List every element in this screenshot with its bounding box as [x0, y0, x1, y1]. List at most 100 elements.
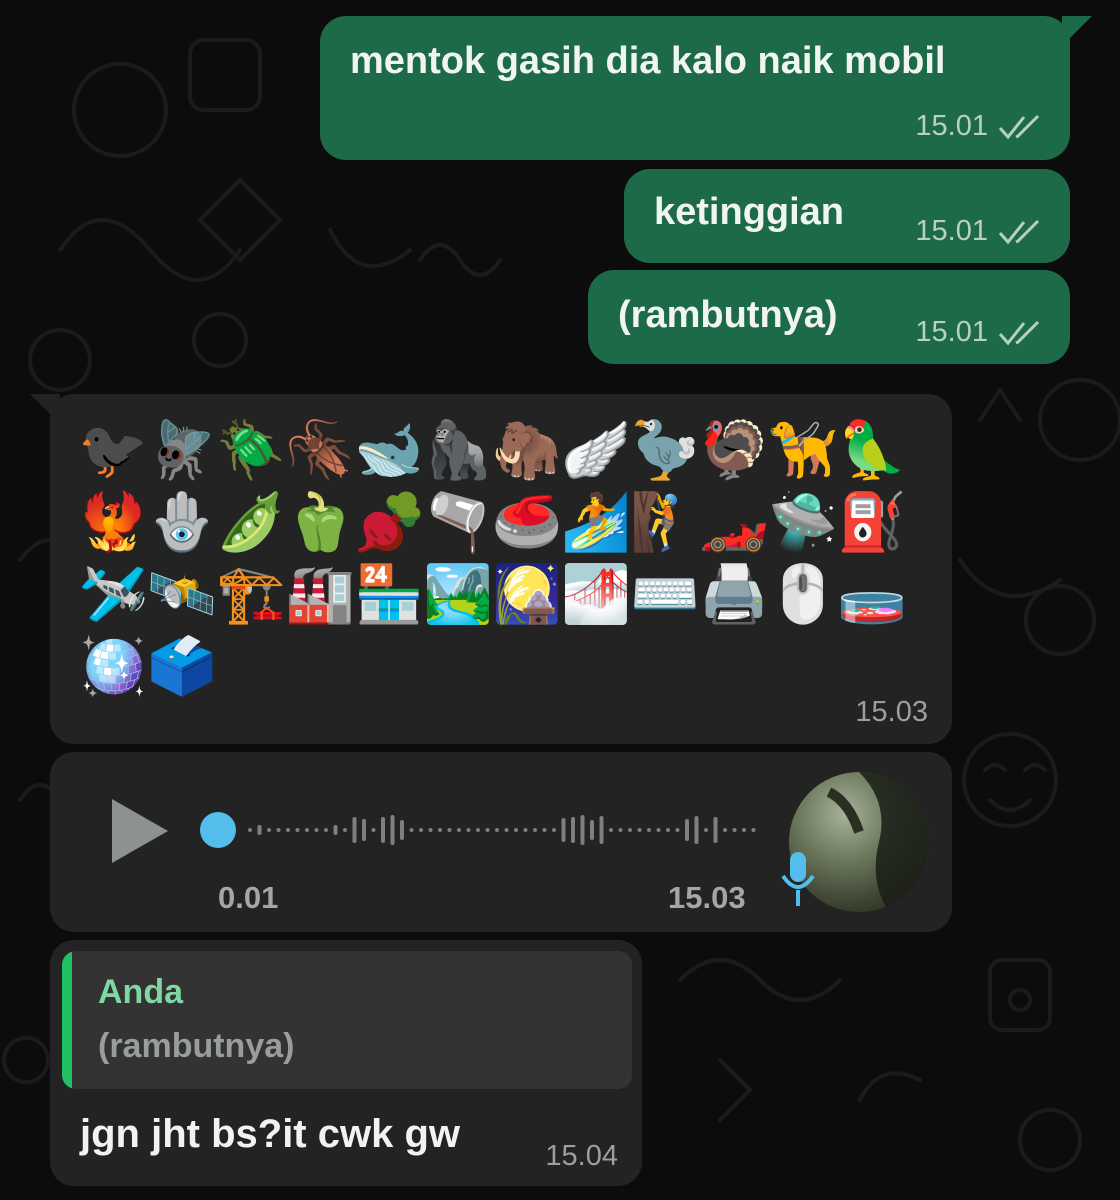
waveform-bar: [666, 828, 670, 832]
waveform-bar: [248, 828, 252, 832]
waveform-bar: [694, 816, 699, 844]
message-time: 15.04: [545, 1140, 618, 1172]
message-meta: 15.01: [915, 110, 1044, 143]
quote-accent-bar: [62, 951, 72, 1089]
waveform-bar: [751, 828, 756, 832]
waveform-bar: [561, 818, 566, 842]
quoted-text: (rambutnya): [98, 1027, 295, 1065]
waveform-bar: [419, 828, 423, 832]
waveform-bar: [352, 817, 357, 843]
waveform-bar: [295, 828, 300, 832]
emoji: 🧗: [630, 490, 702, 555]
waveform-bar: [647, 828, 651, 832]
emoji: ⛽: [837, 490, 909, 555]
waveform-bar: [723, 828, 727, 832]
emoji: 🖨️: [699, 562, 771, 627]
voice-duration: 0.01: [218, 880, 279, 915]
emoji: 🪳: [285, 418, 357, 483]
message-text: ketinggian: [654, 191, 845, 233]
quoted-message[interactable]: Anda (rambutnya): [62, 951, 632, 1089]
emoji: 🧫: [837, 562, 909, 627]
emoji: ⌨️: [630, 562, 702, 627]
outgoing-message[interactable]: ketinggian 15.01: [624, 169, 1070, 263]
emoji: 🗳️: [147, 634, 219, 699]
message-time: 15.01: [915, 215, 988, 247]
waveform-bar: [552, 828, 556, 832]
waveform-bar: [324, 828, 328, 832]
waveform-bar: [732, 828, 737, 832]
waveform-bar: [371, 828, 376, 832]
emoji: 🐦‍⬛: [78, 418, 150, 483]
outgoing-message[interactable]: (rambutnya) 15.01: [588, 270, 1070, 364]
emoji: 🏎️: [699, 490, 771, 555]
double-check-icon: [998, 114, 1040, 139]
voice-waveform[interactable]: [198, 800, 758, 860]
emoji: 🪬: [147, 490, 219, 555]
double-check-icon: [998, 219, 1040, 244]
waveform-bar: [523, 828, 528, 832]
emoji: 🏪: [354, 562, 426, 627]
waveform-bar: [495, 828, 499, 832]
emoji: 🖱️: [768, 562, 840, 627]
emoji: 🐦‍🔥: [78, 490, 150, 555]
emoji: 🪲: [216, 418, 288, 483]
waveform-bar: [257, 825, 262, 835]
emoji: 🦍: [423, 418, 495, 483]
waveform-bar: [305, 828, 309, 832]
waveform-bar: [485, 828, 490, 832]
message-time: 15.03: [668, 880, 746, 915]
emoji: 🫑: [285, 490, 357, 555]
double-check-icon: [998, 320, 1040, 345]
emoji: 🥌: [492, 490, 564, 555]
waveform-bar: [580, 815, 585, 845]
waveform-bar: [381, 817, 385, 843]
waveform-bar: [628, 828, 632, 832]
waveform-bar: [656, 828, 661, 832]
waveform-bar: [314, 828, 319, 832]
emoji: 🌁: [561, 562, 633, 627]
waveform-bar: [571, 817, 575, 843]
play-icon[interactable]: [108, 797, 172, 865]
emoji: 🦃: [699, 418, 771, 483]
waveform-bar: [466, 828, 471, 832]
waveform-bar: [637, 828, 642, 832]
waveform-bar: [276, 828, 281, 832]
waveform-bar: [333, 825, 338, 835]
message-time: 15.01: [915, 316, 988, 348]
waveform-bar: [438, 828, 442, 832]
emoji: 🫜: [354, 490, 426, 555]
microphone-icon: [781, 852, 815, 906]
emoji: 🫗: [423, 490, 495, 555]
emoji: 🫛: [216, 490, 288, 555]
emoji: 🏗️: [216, 562, 288, 627]
emoji: 🪽: [561, 418, 633, 483]
waveform-bar: [390, 815, 395, 845]
waveform-bar: [618, 828, 623, 832]
waveform-bar: [504, 828, 509, 832]
waveform-bar: [286, 828, 290, 832]
emoji: 🦤: [630, 418, 702, 483]
playback-handle[interactable]: [200, 812, 236, 848]
waveform-bar: [476, 828, 480, 832]
waveform-bar: [713, 817, 718, 843]
emoji: 🦜: [837, 418, 909, 483]
waveform-bar: [447, 828, 452, 832]
waveform-bar: [704, 828, 708, 832]
chat-area: mentok gasih dia kalo naik mobil 15.01 k…: [0, 0, 1120, 1200]
message-text: jgn jht bs?it cwk gw: [80, 1112, 460, 1156]
waveform-bar: [599, 816, 604, 844]
waveform-bar: [267, 828, 271, 832]
emoji-grid: 🐦‍⬛🪰🪲🪳🐋🦍🦣🪽🦤🦃🦮🦜 🐦‍🔥🪬🫛🫑🫜🫗🥌🏄🧗🏎️🛸⛽ 🛩️🛰️🏗️🏭🏪🏞️🎑…: [78, 415, 918, 703]
quoted-author: Anda: [98, 973, 183, 1011]
emoji: 🐋: [354, 418, 426, 483]
emoji: 🪰: [147, 418, 219, 483]
waveform-bar: [428, 828, 433, 832]
emoji: 🦣: [492, 418, 564, 483]
outgoing-message[interactable]: mentok gasih dia kalo naik mobil 15.01: [320, 16, 1070, 160]
emoji: 🛰️: [147, 562, 219, 627]
waveform-bar: [362, 819, 366, 841]
waveform-bar: [409, 828, 414, 832]
waveform-bar: [590, 820, 594, 840]
message-meta: 15.01: [915, 215, 1044, 248]
message-text: mentok gasih dia kalo naik mobil: [350, 40, 946, 82]
